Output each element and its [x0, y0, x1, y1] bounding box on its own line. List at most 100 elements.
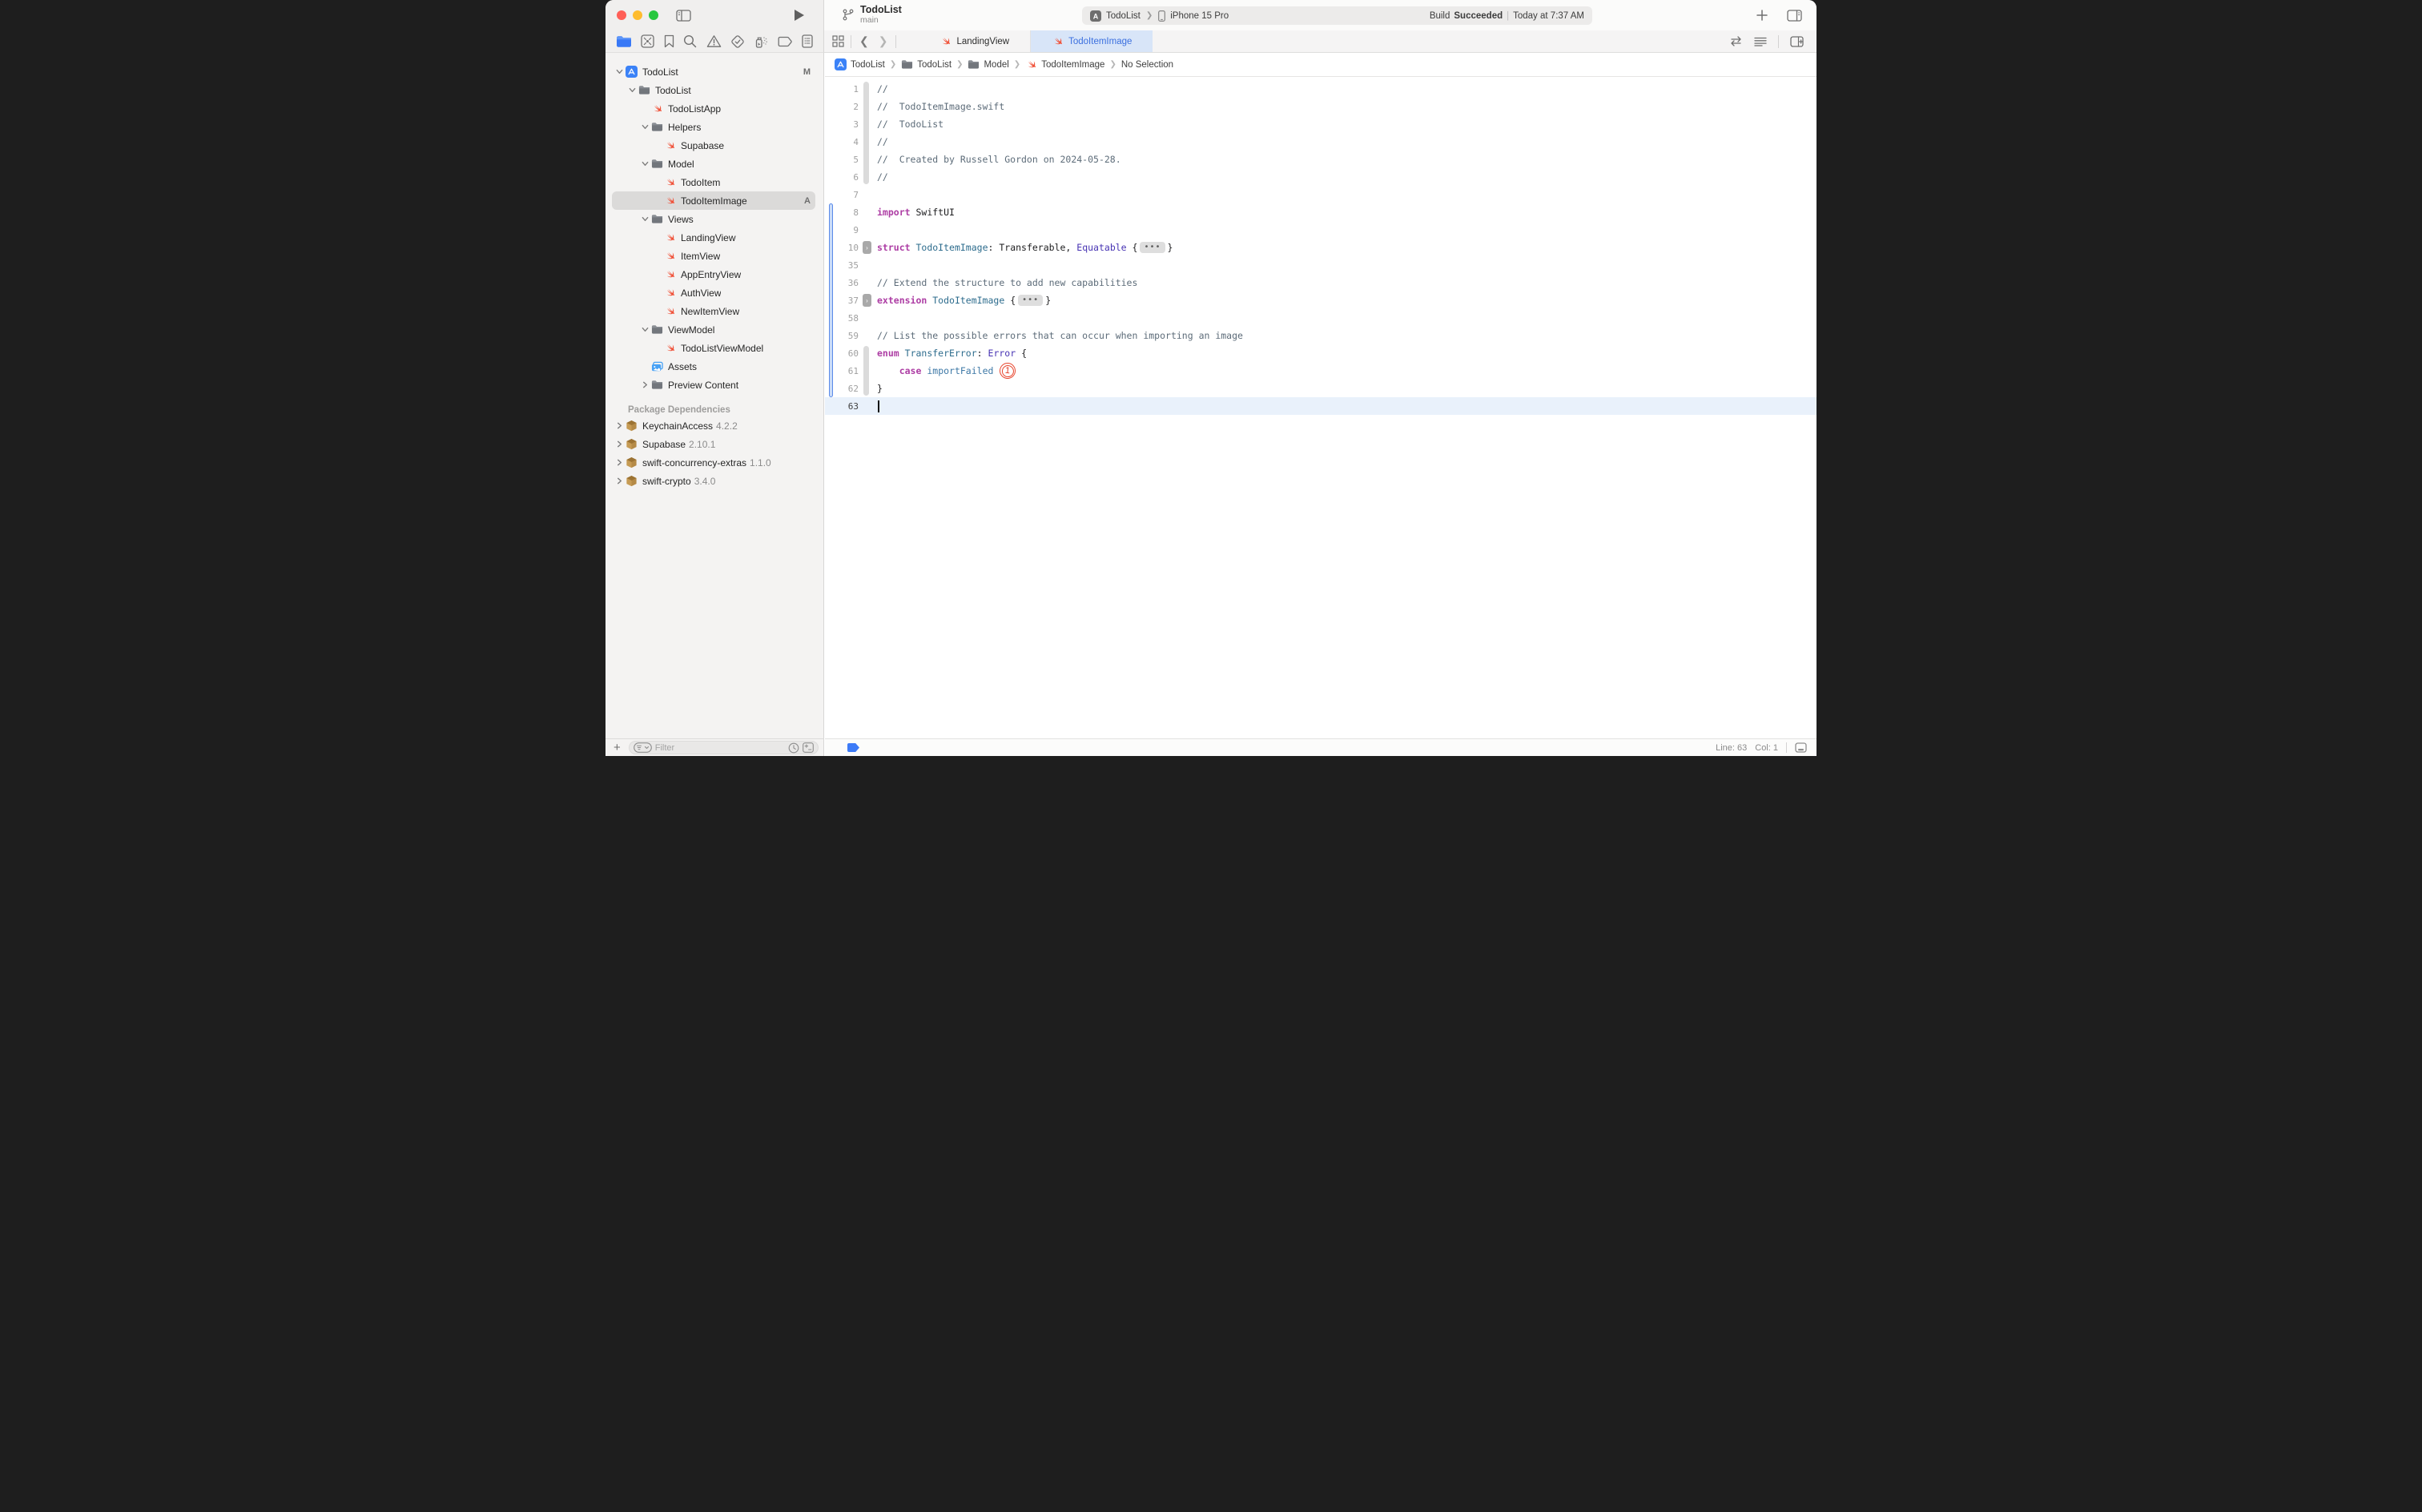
code-line-35[interactable]: 35	[825, 256, 1816, 274]
file-tree-row-AppEntryView[interactable]: AppEntryView	[606, 265, 823, 284]
file-tree-row-Helpers[interactable]: Helpers	[606, 118, 823, 136]
code-line-62[interactable]: 62}	[825, 380, 1816, 397]
disclosure-chevron-icon[interactable]	[639, 215, 650, 223]
fold-ribbon[interactable]	[862, 274, 872, 292]
device-preview-icon[interactable]	[1795, 742, 1807, 753]
debug-icon[interactable]	[754, 34, 768, 49]
reports-icon[interactable]	[802, 34, 813, 48]
close-window-button[interactable]	[617, 10, 626, 20]
fold-ribbon[interactable]	[862, 203, 872, 221]
file-tree-row-Supabase[interactable]: Supabase	[606, 136, 823, 155]
disclosure-chevron-icon[interactable]	[614, 68, 625, 75]
fold-ribbon[interactable]	[862, 309, 872, 327]
package-row-swift-concurrency-extras[interactable]: swift-concurrency-extras1.1.0	[606, 453, 823, 472]
file-tree-row-TodoItem[interactable]: TodoItem	[606, 173, 823, 191]
scheme-selector[interactable]: A TodoList ❯ iPhone 15 Pro	[1090, 10, 1229, 22]
source-control-filter-icon[interactable]	[803, 742, 814, 753]
code-line-36[interactable]: 36// Extend the structure to add new cap…	[825, 274, 1816, 292]
file-tree-row-Views[interactable]: Views	[606, 210, 823, 228]
disclosure-chevron-icon[interactable]	[639, 326, 650, 333]
breakpoint-icon[interactable]	[847, 743, 859, 752]
file-tree-row-Assets[interactable]: Assets	[606, 357, 823, 376]
breadcrumb-item[interactable]: TodoList	[835, 58, 885, 70]
issues-icon[interactable]	[706, 34, 722, 48]
run-button[interactable]	[795, 10, 804, 21]
fold-ribbon[interactable]	[862, 256, 872, 274]
filter-input[interactable]: Filter	[655, 743, 785, 753]
breadcrumb-item[interactable]: TodoList	[901, 59, 952, 70]
file-tree-row-Preview Content[interactable]: Preview Content	[606, 376, 823, 394]
file-tree-row-ItemView[interactable]: ItemView	[606, 247, 823, 265]
breadcrumb-item[interactable]: Model	[968, 59, 1008, 70]
code-line-5[interactable]: 5// Created by Russell Gordon on 2024-05…	[825, 151, 1816, 168]
file-tree-row-TodoList[interactable]: TodoListM	[606, 62, 823, 81]
adjust-editor-options-icon[interactable]	[1754, 37, 1767, 46]
fold-ribbon[interactable]: ›	[862, 292, 872, 309]
recent-files-icon[interactable]	[788, 742, 799, 754]
file-tree-row-TodoItemImage[interactable]: TodoItemImageA	[606, 191, 823, 210]
code-review-icon[interactable]	[1729, 36, 1743, 46]
filter-field[interactable]: Filter	[629, 741, 819, 754]
package-row-swift-crypto[interactable]: swift-crypto3.4.0	[606, 472, 823, 490]
project-navigator-icon[interactable]	[616, 35, 632, 48]
code-line-7[interactable]: 7	[825, 186, 1816, 203]
file-tree-row-Model[interactable]: Model	[606, 155, 823, 173]
file-tree-row-TodoListApp[interactable]: TodoListApp	[606, 99, 823, 118]
package-row-KeychainAccess[interactable]: KeychainAccess4.2.2	[606, 416, 823, 435]
fold-region-bar[interactable]	[863, 82, 869, 184]
go-forward-icon[interactable]: ❯	[877, 34, 890, 48]
code-line-8[interactable]: 8import SwiftUI	[825, 203, 1816, 221]
breadcrumb-item[interactable]: TodoItemImage	[1025, 58, 1104, 70]
code-line-58[interactable]: 58	[825, 309, 1816, 327]
disclosure-chevron-icon[interactable]	[614, 422, 625, 429]
fold-ribbon[interactable]	[862, 397, 872, 415]
file-tree-row-AuthView[interactable]: AuthView	[606, 284, 823, 302]
go-back-icon[interactable]: ❮	[858, 34, 871, 48]
file-tree-row-NewItemView[interactable]: NewItemView	[606, 302, 823, 320]
code-line-59[interactable]: 59// List the possible errors that can o…	[825, 327, 1816, 344]
line-indicator[interactable]: Line: 63	[1716, 743, 1747, 753]
find-icon[interactable]	[683, 34, 697, 48]
scheme-status-bar[interactable]: A TodoList ❯ iPhone 15 Pro Build Succeed…	[1082, 6, 1592, 25]
code-line-60[interactable]: 60enum TransferError: Error {	[825, 344, 1816, 362]
file-tree-row-TodoListViewModel[interactable]: TodoListViewModel	[606, 339, 823, 357]
fold-handle-icon[interactable]: ›	[863, 294, 871, 307]
file-tree-row-ViewModel[interactable]: ViewModel	[606, 320, 823, 339]
disclosure-chevron-icon[interactable]	[639, 381, 650, 388]
code-line-1[interactable]: 1//	[825, 80, 1816, 98]
disclosure-chevron-icon[interactable]	[614, 459, 625, 466]
package-row-Supabase[interactable]: Supabase2.10.1	[606, 435, 823, 453]
add-editor-tab-icon[interactable]	[1756, 10, 1768, 21]
breadcrumb-item[interactable]: No Selection	[1121, 60, 1173, 70]
code-line-37[interactable]: 37›extension TodoItemImage {•••}	[825, 292, 1816, 309]
add-editor-icon[interactable]	[1790, 36, 1804, 47]
fold-handle-icon[interactable]: ›	[863, 241, 871, 254]
inspector-toggle-icon[interactable]	[1787, 10, 1802, 22]
source-editor[interactable]: 1//2// TodoItemImage.swift3// TodoList4/…	[825, 77, 1816, 738]
breakpoints-icon[interactable]	[778, 36, 793, 47]
fold-ribbon[interactable]	[862, 186, 872, 203]
code-line-3[interactable]: 3// TodoList	[825, 115, 1816, 133]
tab-TodoItemImage[interactable]: TodoItemImage	[1031, 30, 1153, 52]
source-control-icon[interactable]	[641, 34, 654, 48]
fold-ribbon[interactable]	[862, 327, 872, 344]
tab-LandingView[interactable]: LandingView	[919, 30, 1031, 52]
fold-region-bar[interactable]	[863, 346, 869, 396]
disclosure-chevron-icon[interactable]	[626, 86, 638, 94]
bookmarks-icon[interactable]	[664, 34, 674, 48]
fold-ribbon[interactable]: ›	[862, 239, 872, 256]
minimize-window-button[interactable]	[633, 10, 642, 20]
code-line-61[interactable]: 61 case importFailed1	[825, 362, 1816, 380]
file-tree-row-TodoList[interactable]: TodoList	[606, 81, 823, 99]
tab-overview-icon[interactable]	[832, 35, 844, 47]
navigator-toggle-icon[interactable]	[676, 10, 691, 22]
source-change-bar[interactable]	[829, 203, 833, 397]
filter-options-icon[interactable]	[634, 742, 652, 753]
file-tree-row-LandingView[interactable]: LandingView	[606, 228, 823, 247]
zoom-window-button[interactable]	[649, 10, 658, 20]
code-line-6[interactable]: 6//	[825, 168, 1816, 186]
code-line-2[interactable]: 2// TodoItemImage.swift	[825, 98, 1816, 115]
col-indicator[interactable]: Col: 1	[1755, 743, 1778, 753]
disclosure-chevron-icon[interactable]	[614, 477, 625, 485]
fold-ribbon[interactable]	[862, 221, 872, 239]
